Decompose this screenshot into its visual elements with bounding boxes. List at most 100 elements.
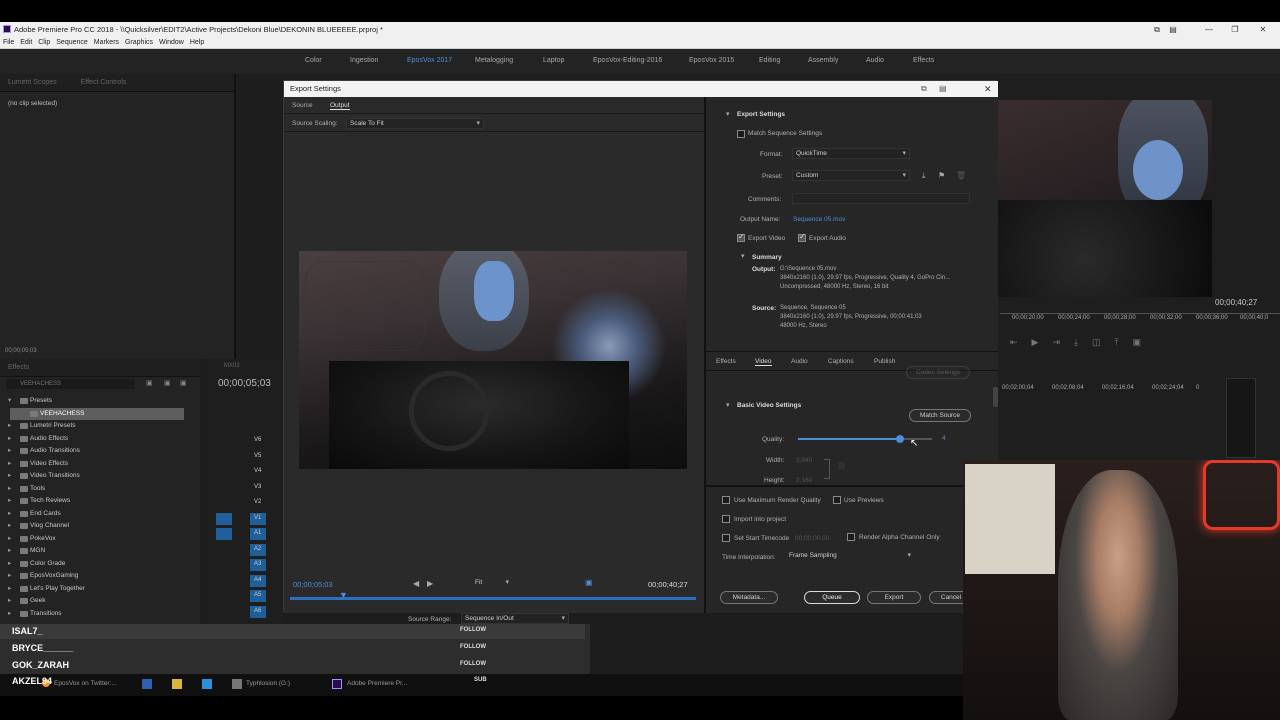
playhead-timecode[interactable]: 00;00;05;03 — [293, 580, 333, 589]
word-icon[interactable] — [142, 679, 152, 689]
track-label[interactable]: A5 — [254, 592, 261, 598]
transport-controls[interactable]: ⇤▶⇥⤓◫⤒▣ — [1010, 337, 1155, 348]
chain-link-icon[interactable]: ⛓︎ — [837, 462, 846, 470]
settings-scrollbar[interactable] — [993, 387, 998, 407]
export-video-checkbox[interactable] — [737, 232, 745, 242]
workspace-tab[interactable]: Effects — [913, 57, 934, 64]
menu-file[interactable]: File — [3, 39, 14, 46]
menu-clip[interactable]: Clip — [38, 39, 50, 46]
panel-menu-icon[interactable]: ▤ — [939, 81, 947, 97]
tab-captions[interactable]: Captions — [828, 358, 854, 365]
tree-item-selected[interactable]: VEEHACHESS — [10, 407, 184, 420]
output-name-link[interactable]: Sequence 05.mov — [793, 216, 845, 223]
tree-item[interactable]: ▸ Geek — [0, 595, 200, 608]
tree-item[interactable]: ▾ Presets — [0, 395, 200, 408]
dialog-close-icon[interactable]: ✕ — [984, 81, 992, 97]
match-sequence-checkbox[interactable] — [737, 130, 745, 138]
tree-item[interactable]: ▸ Lumetri Presets — [0, 420, 200, 433]
menu-markers[interactable]: Markers — [94, 39, 119, 46]
tree-item[interactable]: ▸ Audio Effects — [0, 433, 200, 446]
render-alpha-checkbox[interactable] — [847, 533, 855, 541]
import-preset-icon[interactable]: ⚑ — [938, 171, 945, 180]
tab-video[interactable]: Video — [755, 358, 772, 366]
tree-item[interactable]: ▸ MGN — [0, 545, 200, 558]
tab-lumetri-scopes[interactable]: Lumetri Scopes — [8, 79, 57, 86]
app-icon[interactable] — [202, 679, 212, 689]
tree-item[interactable]: ▸ Video Effects — [0, 458, 200, 471]
tree-item[interactable]: ▸ Transitions — [0, 608, 200, 621]
track-label[interactable]: V6 — [254, 437, 261, 443]
summary-collapse-icon[interactable]: ▾ — [741, 252, 745, 260]
start-timecode-checkbox[interactable] — [722, 534, 730, 542]
metadata-button[interactable]: Metadata... — [720, 591, 778, 604]
tab-output[interactable]: Output — [330, 102, 350, 110]
queue-button[interactable]: Queue — [804, 591, 860, 604]
playhead-handle[interactable]: ▼ — [339, 590, 348, 600]
new-bin-icon[interactable]: ▣ — [146, 379, 153, 387]
source-range-dropdown[interactable]: Sequence In/Out — [461, 613, 569, 624]
mark-out-icon[interactable]: ▶ — [427, 579, 433, 588]
notes-icon[interactable] — [172, 679, 182, 689]
new-preset-icon[interactable]: ▣ — [164, 379, 171, 387]
taskbar-item[interactable]: Adobe Premiere Pr... — [347, 680, 407, 687]
comments-input[interactable] — [792, 193, 970, 204]
width-value[interactable]: 3,840 — [796, 457, 812, 464]
workspace-tab[interactable]: Color — [305, 57, 322, 64]
tab-source[interactable]: Source — [292, 102, 313, 109]
tab-audio[interactable]: Audio — [791, 358, 808, 365]
tree-item[interactable]: ▸ EposVoxGaming — [0, 570, 200, 583]
aspect-correction-icon[interactable]: ▣ — [585, 578, 593, 587]
codec-settings-button[interactable]: Codec Settings — [906, 366, 970, 379]
tree-item[interactable]: ▸ Video Transitions — [0, 470, 200, 483]
source-scaling-dropdown[interactable]: Scale To Fit — [346, 118, 484, 129]
workspace-tab-active[interactable]: EposVox 2017 — [407, 57, 452, 64]
tab-effect-controls[interactable]: Effect Controls — [81, 79, 127, 86]
workspace-tab[interactable]: Audio — [866, 57, 884, 64]
close-window-button[interactable]: ✕ — [1250, 22, 1276, 37]
max-render-checkbox[interactable] — [722, 496, 730, 504]
track-label[interactable]: A2 — [254, 546, 261, 552]
menu-graphics[interactable]: Graphics — [125, 39, 153, 46]
tree-item[interactable]: ▸ Vlog Channel — [0, 520, 200, 533]
save-preset-icon[interactable]: ⤓ — [922, 171, 926, 181]
premiere-taskbar-icon[interactable] — [332, 679, 342, 689]
workspace-tab[interactable]: Ingestion — [350, 57, 378, 64]
taskbar-item[interactable]: EposVox on Twitter:... — [54, 680, 117, 687]
height-value[interactable]: 2,160 — [796, 477, 812, 484]
effects-search-input[interactable]: VEEHACHESS — [6, 379, 134, 389]
start-timecode-value[interactable]: 00;00;00;00 — [795, 535, 829, 542]
tree-item[interactable]: ▸ Let's Play Together — [0, 583, 200, 596]
menu-edit[interactable]: Edit — [20, 39, 32, 46]
quality-slider-thumb[interactable] — [895, 435, 904, 443]
timeline-timecode[interactable]: 00;00;05;03 — [218, 378, 271, 389]
time-interp-dropdown[interactable]: Frame Sampling — [786, 551, 914, 562]
track-label[interactable]: A6 — [254, 608, 261, 614]
restore-button[interactable]: ❐ — [1222, 22, 1248, 37]
menu-help[interactable]: Help — [190, 39, 204, 46]
tree-item[interactable]: ▸ Tools — [0, 483, 200, 496]
timeline-scrubber[interactable] — [290, 597, 696, 600]
tree-item[interactable]: ▸ Audio Transitions — [0, 445, 200, 458]
menu-window[interactable]: Window — [159, 39, 184, 46]
delete-icon[interactable]: ▣ — [180, 379, 187, 387]
workspace-tab[interactable]: EposVox 2015 — [689, 57, 734, 64]
fit-dropdown[interactable]: Fit — [472, 578, 512, 589]
collapse-arrow-icon[interactable]: ▾ — [726, 110, 730, 118]
track-label[interactable]: A1 — [254, 530, 261, 536]
menu-sequence[interactable]: Sequence — [56, 39, 88, 46]
delete-preset-icon[interactable]: 🗑︎ — [956, 171, 966, 180]
source-patch-v1[interactable] — [216, 512, 232, 525]
import-project-checkbox[interactable] — [722, 515, 730, 523]
sequence-tab[interactable]: MX02 — [224, 363, 240, 369]
taskbar-item[interactable]: Typhlosion (G:) — [246, 680, 290, 687]
track-label[interactable]: A3 — [254, 561, 261, 567]
tab-effects[interactable]: Effects — [716, 358, 736, 365]
tree-item[interactable]: ▸ PokeVox — [0, 533, 200, 546]
tree-item[interactable]: ▸ Tech Reviews — [0, 495, 200, 508]
workspace-tab[interactable]: Metalogging — [475, 57, 513, 64]
preset-dropdown[interactable]: Custom — [792, 170, 910, 181]
mark-in-icon[interactable]: ◀ — [413, 579, 419, 588]
quality-value[interactable]: 4 — [942, 435, 946, 442]
share-icon[interactable]: ⧉ — [921, 81, 927, 97]
track-label[interactable]: V1 — [254, 515, 261, 521]
